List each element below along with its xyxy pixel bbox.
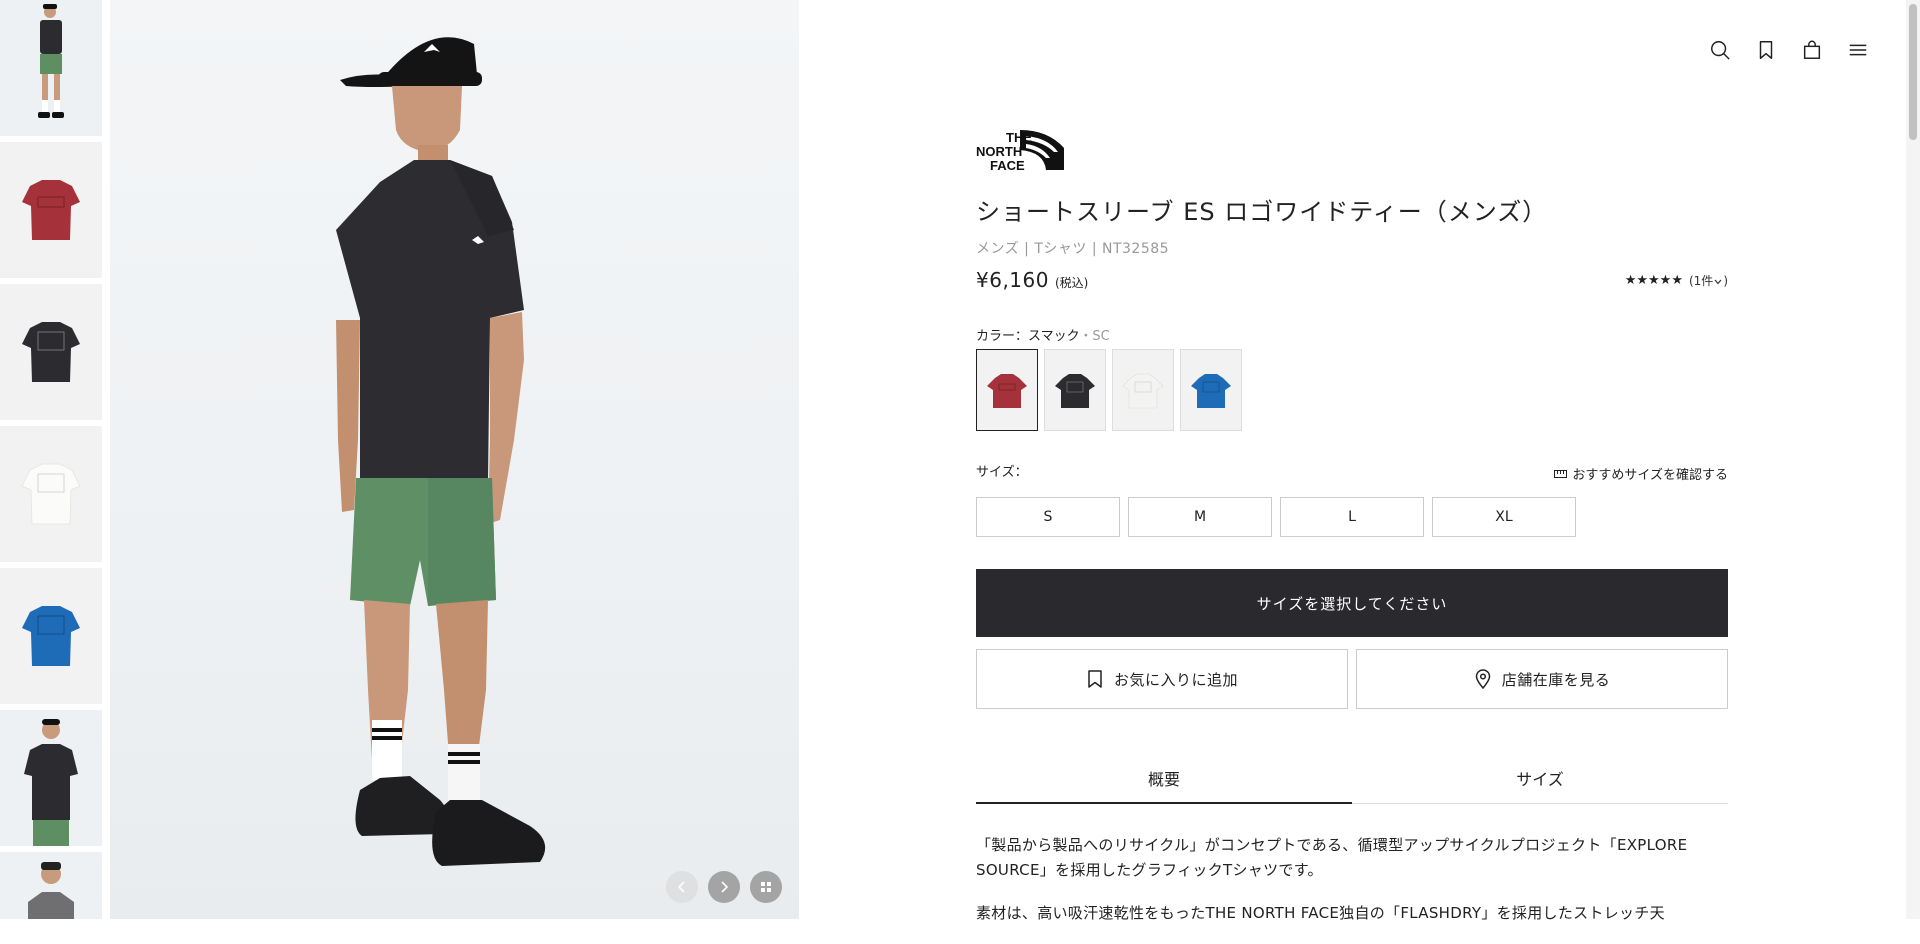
next-arrow-icon [721,881,729,893]
swatch-blue-shirt [1191,374,1231,408]
thumbnail-image [0,142,102,278]
price: ¥6,160 [976,268,1049,292]
swatch-red[interactable] [976,349,1038,431]
review-count: (1件) [1688,274,1728,288]
detail-tabs: 概要 サイズ [976,752,1728,804]
secondary-actions: お気に入りに追加 店舗在庫を見る [976,649,1728,709]
color-swatches [976,349,1242,431]
menu-button[interactable] [1846,38,1870,62]
thumbnail-model-full-body[interactable] [0,0,102,136]
color-name: カラー：スマック [976,329,1080,344]
logo-text-the: THE [1006,130,1032,145]
search-icon [1711,41,1730,60]
store-stock-label: 店舗在庫を見る [1501,670,1611,689]
add-to-favorites-button[interactable]: お気に入りに追加 [976,649,1348,709]
store-stock-button[interactable]: 店舗在庫を見る [1356,649,1728,709]
product-meta: メンズ | Tシャツ | NT32585 [976,241,1170,257]
thumbnail-tee-white[interactable] [0,426,102,562]
location-pin-icon [1475,669,1490,689]
product-description: 「製品から製品へのリサイクル」がコンセプトである、循環型アップサイクルプロジェク… [976,833,1728,944]
grid-icon [761,882,771,892]
star-rating: ★★★★★ [1624,273,1683,288]
size-option-l[interactable]: L [1280,497,1424,537]
thumbnail-model-portrait[interactable] [0,852,102,919]
thumbnail-image [0,284,102,420]
prev-arrow-icon [677,881,685,893]
tshirt-icon [987,374,1027,408]
thumbnail-image [0,0,102,136]
size-label: サイズ： [976,465,1028,480]
scrollbar-thumb[interactable] [1909,4,1917,140]
bookmark-icon [1088,670,1102,688]
next-image-button[interactable] [708,871,740,903]
color-label: カラー：スマック・SC [976,325,1110,344]
tab-overview[interactable]: 概要 [976,752,1352,804]
thumbnail-tee-black[interactable] [0,284,102,420]
bag-icon [1803,40,1821,59]
select-size-button[interactable]: サイズを選択してください [976,569,1728,637]
thumbnail-tee-red[interactable] [0,142,102,278]
thumbnail-tee-blue[interactable] [0,568,102,704]
swatch-black[interactable] [1044,349,1106,431]
tshirt-icon [1055,374,1095,408]
main-product-image[interactable] [110,0,799,919]
size-options: S M L XL [976,497,1576,537]
logo-text-face: FACE [990,158,1025,172]
swatch-black-shirt [1055,374,1095,408]
grid-view-button[interactable] [750,871,782,903]
thumbnail-image [0,568,102,704]
price-row: ¥6,160 (税込) [976,268,1088,292]
tshirt-icon [1122,373,1164,409]
description-paragraph-1: 「製品から製品へのリサイクル」がコンセプトである、循環型アップサイクルプロジェク… [976,836,1688,879]
the-north-face-logo-icon: THE NORTH FACE [976,130,1064,173]
brand-logo[interactable]: THE NORTH FACE [976,128,1066,173]
cart-button[interactable] [1800,38,1824,62]
thumbnail-image [0,426,102,562]
review-count-text: (1件 [1688,274,1714,288]
thumbnail-image [0,710,102,846]
tshirt-icon [1191,374,1231,408]
color-code: ・SC [1079,329,1110,344]
search-button[interactable] [1708,38,1732,62]
size-option-xl[interactable]: XL [1432,497,1576,537]
size-guide-text: おすすめサイズを確認する [1572,468,1728,483]
chevron-down-icon [1714,279,1722,284]
menu-icon [1849,44,1867,56]
add-to-favorites-label: お気に入りに追加 [1113,670,1238,689]
swatch-red-shirt [987,374,1027,408]
logo-text-north: NORTH [976,144,1022,159]
header-icon-bar [1708,38,1870,62]
swatch-white-shirt [1122,373,1164,409]
size-guide-link[interactable]: おすすめサイズを確認する [1554,464,1728,483]
prev-image-button[interactable] [666,871,698,903]
rating-summary[interactable]: ★★★★★ (1件) [1625,272,1728,289]
favorites-button[interactable] [1754,38,1778,62]
swatch-blue[interactable] [1180,349,1242,431]
thumbnail-image [0,852,102,919]
thumbnail-rail [0,0,104,919]
thumbnail-model-front[interactable] [0,710,102,846]
product-title: ショートスリーブ ES ロゴワイドティー（メンズ） [976,198,1548,226]
model-photo [336,37,546,866]
size-option-s[interactable]: S [976,497,1120,537]
bookmark-icon [1759,41,1773,59]
ruler-icon [1554,469,1568,478]
description-paragraph-2: 素材は、高い吸汗速乾性をもったTHE NORTH FACE独自の「FLASHDR… [976,904,1665,922]
page-scrollbar[interactable] [1906,0,1920,919]
tab-size[interactable]: サイズ [1352,752,1728,803]
tax-note: (税込) [1054,276,1089,290]
size-option-m[interactable]: M [1128,497,1272,537]
swatch-white[interactable] [1112,349,1174,431]
